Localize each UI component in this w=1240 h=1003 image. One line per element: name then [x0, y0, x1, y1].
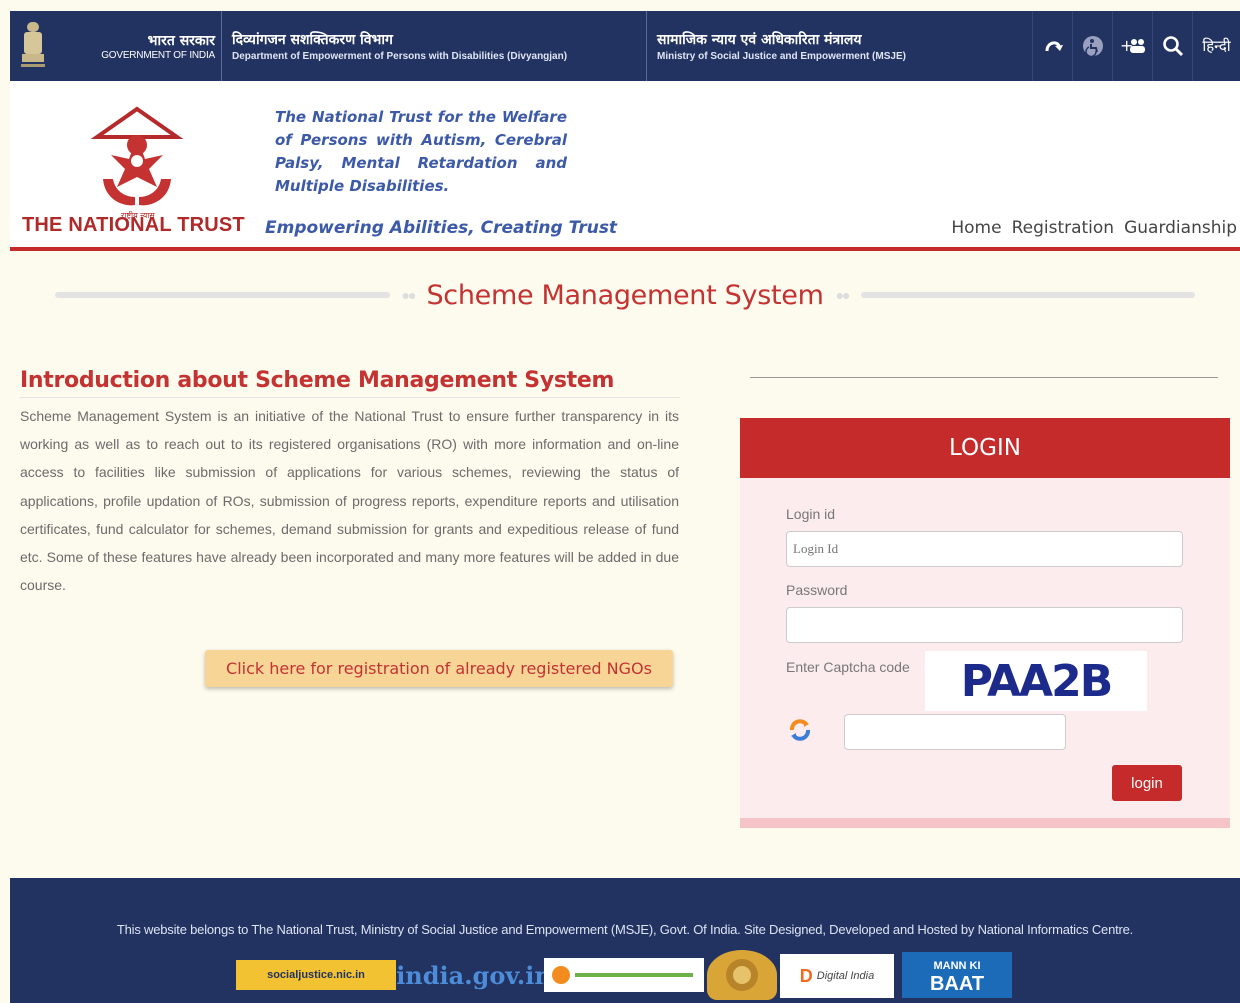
ministry-link[interactable]: सामाजिक न्याय एवं अधिकारिता मंत्रालय Min…	[647, 11, 1027, 81]
national-trust-logo: राष्ट्रीय न्यास	[90, 106, 184, 220]
department-hindi-label: दिव्यांगजन सशक्तिकरण विभाग	[232, 32, 393, 48]
ministry-hindi-label: सामाजिक न्याय एवं अधिकारिता मंत्रालय	[657, 32, 862, 48]
social-welfare-logo-link[interactable]	[544, 958, 704, 992]
page-title: Scheme Management System	[426, 279, 824, 311]
government-bar: भारत सरकार GOVERNMENT OF INDIA दिव्यांगज…	[10, 11, 1240, 81]
title-ornament-right: ●●	[835, 287, 851, 303]
emblem-seal-logo-link[interactable]	[707, 950, 777, 1000]
password-label: Password	[786, 582, 848, 598]
brand-name: THE NATIONAL TRUST	[22, 214, 245, 236]
login-divider	[750, 377, 1218, 378]
login-button[interactable]: login	[1112, 765, 1182, 801]
nav-home-link[interactable]: Home	[951, 218, 1001, 238]
nav-guardianship-link[interactable]: Guardianship	[1124, 218, 1237, 238]
skip-to-content-icon[interactable]	[1032, 11, 1072, 81]
india-gov-logo-text: india.gov.in	[396, 960, 552, 990]
gov-hindi-label: भारत सरकार	[147, 33, 215, 49]
digital-india-text: Digital India	[816, 970, 875, 982]
search-icon[interactable]	[1152, 11, 1192, 81]
sitemap-icon[interactable]: +	[1112, 11, 1152, 81]
digital-india-logo-link[interactable]: D Digital India	[780, 954, 894, 998]
government-of-india: भारत सरकार GOVERNMENT OF INDIA	[56, 11, 222, 81]
site-header: राष्ट्रीय न्यास THE NATIONAL TRUST The N…	[10, 81, 1240, 251]
nav-registration-link[interactable]: Registration	[1012, 218, 1115, 238]
title-ornament-left: ●●	[401, 287, 417, 303]
department-english-label: Department of Empowerment of Persons wit…	[232, 51, 568, 62]
mann-ki-baat-logo-link[interactable]: MANN KI BAAT	[902, 952, 1012, 998]
captcha-input[interactable]	[844, 714, 1066, 750]
socialjustice-logo-link[interactable]: socialjustice.nic.in	[236, 960, 396, 990]
utility-toolbar: + हिन्दी	[1032, 11, 1240, 81]
slogan: Empowering Abilities, Creating Trust	[265, 218, 618, 238]
title-divider-right	[860, 292, 1196, 298]
hindi-language-toggle[interactable]: हिन्दी	[1192, 11, 1240, 81]
login-panel-footer	[740, 818, 1230, 828]
login-panel: LOGIN Login id Password Enter Captcha co…	[740, 418, 1230, 828]
login-id-label: Login id	[786, 506, 836, 522]
baat-label: BAAT	[929, 973, 985, 995]
trust-full-name: The National Trust for the Welfare of Pe…	[275, 108, 567, 195]
department-link[interactable]: दिव्यांगजन सशक्तिकरण विभाग Department of…	[222, 11, 647, 81]
ministry-english-label: Ministry of Social Justice and Empowerme…	[657, 51, 906, 62]
login-id-input[interactable]	[786, 531, 1183, 567]
digital-india-icon: D	[799, 965, 813, 986]
refresh-captcha-icon[interactable]	[788, 718, 812, 742]
password-input[interactable]	[786, 607, 1183, 643]
national-emblem-logo	[10, 11, 56, 81]
page-title-bar: ●● Scheme Management System ●●	[55, 275, 1196, 315]
login-heading: LOGIN	[740, 418, 1230, 478]
captcha-label: Enter Captcha code	[786, 659, 910, 675]
register-ngo-button[interactable]: Click here for registration of already r…	[205, 650, 673, 687]
gov-english-label: GOVERNMENT OF INDIA	[101, 50, 215, 61]
captcha-text: PAA2B	[960, 655, 1113, 707]
intro-heading: Introduction about Scheme Management Sys…	[20, 368, 680, 398]
intro-paragraph: Scheme Management System is an initiativ…	[20, 408, 679, 594]
site-footer: This website belongs to The National Tru…	[10, 878, 1240, 1003]
title-divider-left	[55, 292, 390, 298]
india-gov-logo-link[interactable]: india.gov.in	[396, 958, 552, 992]
accessibility-icon[interactable]	[1072, 11, 1112, 81]
footer-text: This website belongs to The National Tru…	[116, 922, 1134, 937]
captcha-image: PAA2B	[925, 651, 1147, 711]
main-nav: Home Registration Guardianship	[951, 218, 1237, 238]
